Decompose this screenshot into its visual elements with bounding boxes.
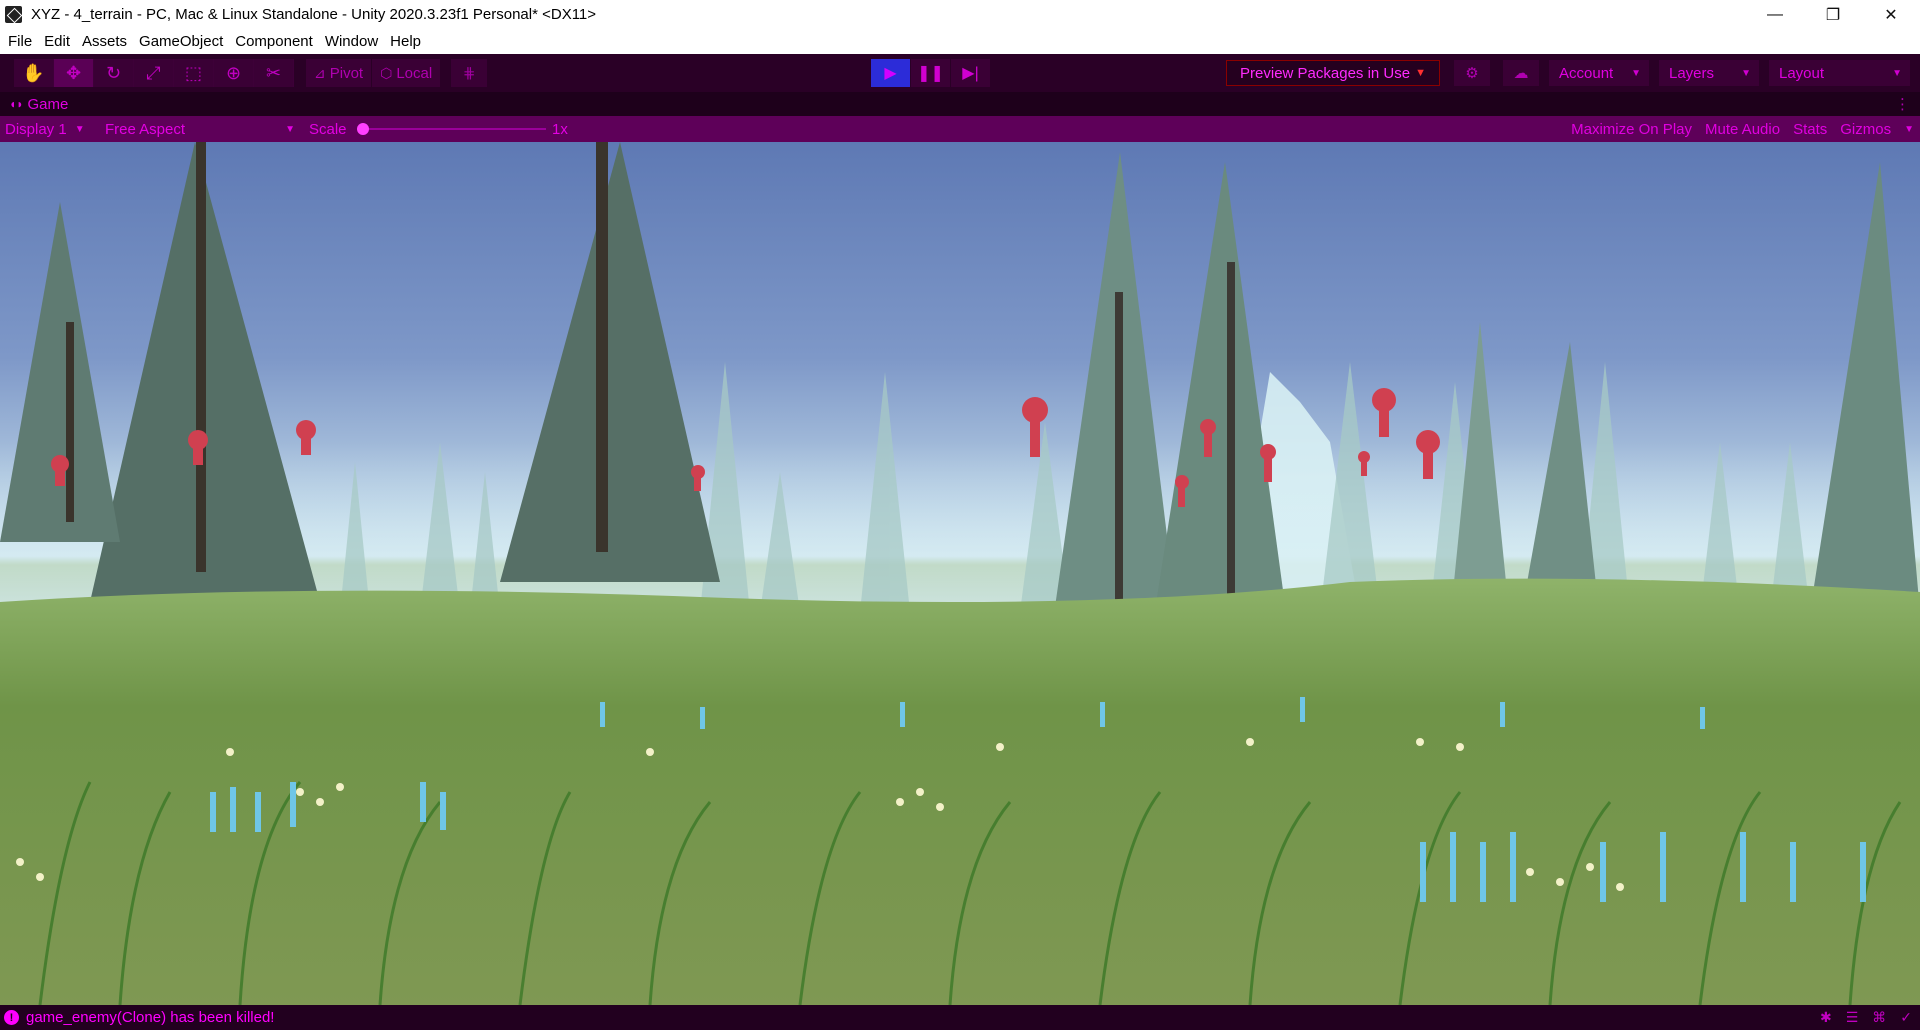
chevron-down-icon: ▼ (74, 123, 85, 135)
window-title: XYZ - 4_terrain - PC, Mac & Linux Standa… (31, 6, 597, 23)
layout-dropdown[interactable]: Layout ▼ (1769, 60, 1910, 86)
chevron-down-icon: ▼ (1415, 67, 1426, 79)
display-dropdown[interactable]: Display 1 ▼ (5, 116, 97, 142)
scale-label: Scale (309, 120, 347, 138)
terrain-ground (0, 578, 1920, 1005)
main-toolbar: ✋ ✥ ↻ ⤢ ⬚ ⊕ ✂ ⊿ Pivot ⬡ Local ⋕ ▶ ❚❚ ▶| … (0, 54, 1920, 92)
step-button-icon[interactable]: ▶| (951, 59, 991, 87)
window-controls: — ❐ ✕ (1746, 0, 1920, 29)
gizmos-toggle[interactable]: Gizmos (1840, 121, 1891, 138)
pivot-toggle[interactable]: ⊿ Pivot (306, 59, 373, 87)
menu-file[interactable]: File (2, 33, 38, 50)
chevron-down-icon: ▼ (1631, 67, 1641, 79)
check-icon[interactable]: ✓ (1900, 1009, 1912, 1026)
restore-button[interactable]: ❐ (1804, 0, 1862, 29)
preview-packages-button[interactable]: Preview Packages in Use ▼ (1226, 60, 1440, 86)
gamepad-icon: ◖◗ (9, 97, 24, 111)
chevron-down-icon: ▼ (1741, 67, 1751, 79)
status-bar: ! game_enemy(Clone) has been killed! ✱ ☰… (0, 1005, 1920, 1030)
maximize-on-play-toggle[interactable]: Maximize On Play (1571, 121, 1692, 138)
layout-label: Layout (1779, 64, 1825, 82)
menu-window[interactable]: Window (319, 33, 384, 50)
layers-label: Layers (1669, 64, 1715, 82)
scale-value: 1x (552, 120, 568, 138)
pivot-toggles: ⊿ Pivot ⬡ Local (306, 59, 442, 87)
local-toggle[interactable]: ⬡ Local (372, 59, 442, 87)
rect-tool-icon[interactable]: ⬚ (174, 59, 214, 87)
pivot-label: Pivot (329, 64, 364, 82)
pivot-icon: ⊿ (314, 64, 326, 81)
local-label: Local (396, 64, 433, 82)
pause-button-icon[interactable]: ❚❚ (911, 59, 951, 87)
info-icon: ! (4, 1010, 19, 1025)
local-icon: ⬡ (380, 64, 393, 81)
tab-game-label: Game (27, 95, 69, 113)
menu-component[interactable]: Component (229, 33, 319, 50)
chevron-down-icon: ▼ (1892, 67, 1902, 79)
tab-game[interactable]: ◖◗ Game (0, 96, 68, 113)
game-tab-bar: ◖◗ Game ⋮ (0, 92, 1920, 116)
game-viewport[interactable] (0, 142, 1920, 1005)
scale-tool-icon[interactable]: ⤢ (134, 59, 174, 87)
rotate-tool-icon[interactable]: ↻ (94, 59, 134, 87)
scale-slider-track[interactable] (362, 128, 546, 130)
collab-icon[interactable]: ⚙ (1454, 60, 1490, 86)
terrain-scene (0, 142, 1920, 1005)
account-label: Account (1559, 64, 1614, 82)
game-view-toggles: Maximize On Play Mute Audio Stats Gizmos… (1571, 116, 1920, 142)
transform-tool-icon[interactable]: ⊕ (214, 59, 254, 87)
mute-audio-toggle[interactable]: Mute Audio (1705, 121, 1780, 138)
transform-tools: ✋ ✥ ↻ ⤢ ⬚ ⊕ ✂ (14, 59, 294, 87)
account-dropdown[interactable]: Account ▼ (1549, 60, 1649, 86)
menu-gameobject[interactable]: GameObject (133, 33, 229, 50)
play-button-icon[interactable]: ▶ (871, 59, 911, 87)
cloud-icon[interactable]: ☁ (1503, 60, 1539, 86)
title-bar: XYZ - 4_terrain - PC, Mac & Linux Standa… (0, 0, 1920, 29)
menu-edit[interactable]: Edit (38, 33, 76, 50)
stats-toggle[interactable]: Stats (1793, 121, 1827, 138)
preview-packages-label: Preview Packages in Use (1240, 64, 1411, 82)
layers-icon[interactable]: ☰ (1846, 1009, 1859, 1026)
close-button[interactable]: ✕ (1862, 0, 1920, 29)
status-icons: ✱ ☰ ⌘ ✓ (1806, 1009, 1912, 1026)
grid-snap-icon[interactable]: ⋕ (451, 59, 488, 87)
aspect-label: Free Aspect (105, 120, 186, 138)
more-options-icon[interactable]: ⋮ (1895, 95, 1910, 113)
layers-dropdown[interactable]: Layers ▼ (1659, 60, 1759, 86)
aspect-dropdown[interactable]: Free Aspect ▼ (105, 116, 295, 142)
console-message[interactable]: game_enemy(Clone) has been killed! (26, 1009, 274, 1026)
game-view-controls: Display 1 ▼ Free Aspect ▼ Scale 1x Maxim… (0, 116, 1920, 142)
menu-help[interactable]: Help (384, 33, 427, 50)
bug-icon[interactable]: ✱ (1820, 1009, 1832, 1026)
scale-slider-handle[interactable] (357, 123, 369, 135)
move-tool-icon[interactable]: ✥ (54, 59, 94, 87)
display-label: Display 1 (5, 120, 67, 138)
network-icon[interactable]: ⌘ (1872, 1009, 1886, 1026)
chevron-down-icon[interactable]: ▼ (1904, 124, 1914, 135)
playback-controls: ▶ ❚❚ ▶| (871, 59, 991, 87)
menu-bar: File Edit Assets GameObject Component Wi… (0, 29, 1920, 54)
minimize-button[interactable]: — (1746, 0, 1804, 29)
hand-tool-icon[interactable]: ✋ (14, 59, 54, 87)
chevron-down-icon: ▼ (285, 123, 295, 135)
menu-assets[interactable]: Assets (76, 33, 133, 50)
unity-logo-icon (5, 6, 22, 23)
custom-tool-icon[interactable]: ✂ (254, 59, 294, 87)
